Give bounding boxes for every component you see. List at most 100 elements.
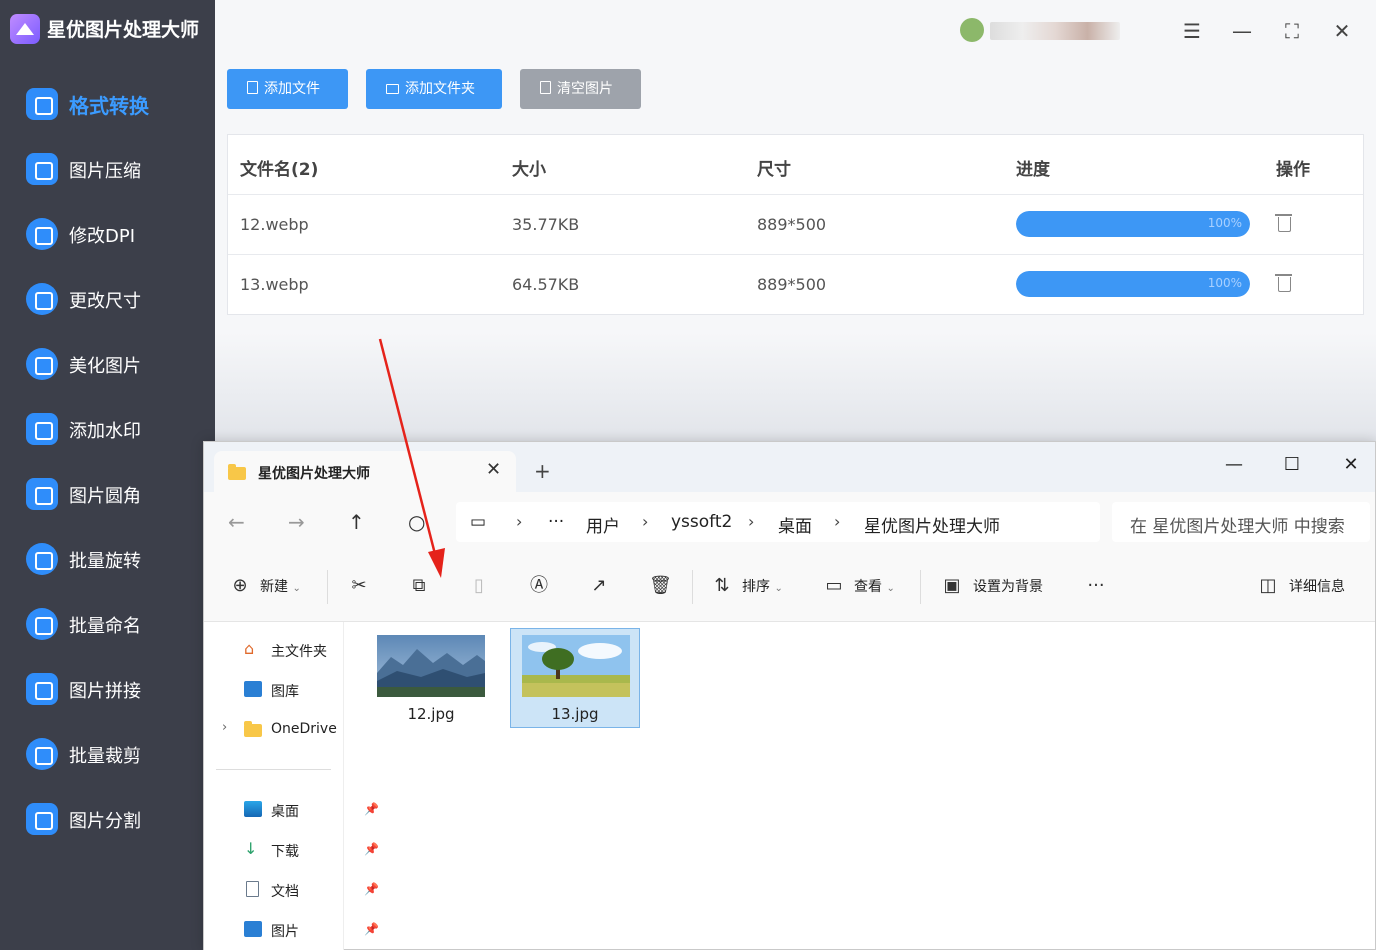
nav-item-desktop[interactable]: 桌面 📌 bbox=[244, 798, 379, 822]
file-name: 13.webp bbox=[240, 275, 309, 294]
nav-item-documents[interactable]: 文档 📌 bbox=[244, 878, 379, 902]
close-button[interactable]: ✕ bbox=[1325, 14, 1359, 48]
pin-icon[interactable]: 📌 bbox=[364, 922, 379, 936]
sidebar-item-label: 图片圆角 bbox=[69, 486, 141, 507]
view-label: 查看 bbox=[854, 579, 882, 595]
divider bbox=[692, 570, 693, 604]
cut-icon[interactable]: ✂ bbox=[349, 576, 369, 596]
search-input[interactable]: 在 星优图片处理大师 中搜索 bbox=[1112, 502, 1370, 542]
delete-icon[interactable]: 🗑 bbox=[649, 576, 672, 596]
sidebar-item-round-corner[interactable]: 图片圆角 bbox=[0, 466, 215, 522]
nav-item-downloads[interactable]: ↓ 下载 📌 bbox=[244, 838, 379, 862]
explorer-minimize-button[interactable]: — bbox=[1214, 450, 1254, 480]
chevron-right-icon: › bbox=[516, 512, 523, 531]
up-arrow-icon[interactable]: ↑ bbox=[348, 510, 365, 534]
sidebar-item-crop[interactable]: 批量裁剪 bbox=[0, 726, 215, 782]
crop-icon bbox=[26, 738, 58, 770]
add-folder-button[interactable]: 添加文件夹 bbox=[366, 69, 502, 109]
sidebar-item-resize[interactable]: 更改尺寸 bbox=[0, 271, 215, 327]
pin-icon[interactable]: 📌 bbox=[364, 842, 379, 856]
nav-item-pictures[interactable]: 图片 📌 bbox=[244, 918, 379, 942]
folder-icon bbox=[244, 721, 262, 737]
pin-icon[interactable]: 📌 bbox=[364, 802, 379, 816]
chevron-right-icon[interactable]: › bbox=[222, 720, 227, 735]
sidebar-item-label: 图片压缩 bbox=[69, 161, 141, 182]
gallery-icon bbox=[244, 681, 262, 697]
copy-icon[interactable]: ⧉ bbox=[409, 576, 429, 596]
nav-item-home[interactable]: ⌂ 主文件夹 bbox=[244, 638, 344, 662]
explorer-nav-bar: ← → ↑ ○ ▭ › ··· 用户 › yssoft2 › 桌面 › 星优图片… bbox=[204, 492, 1375, 552]
breadcrumb-item[interactable]: 星优图片处理大师 bbox=[864, 512, 1000, 537]
sidebar-item-stitch[interactable]: 图片拼接 bbox=[0, 661, 215, 717]
sort-icon[interactable]: ⇅ bbox=[712, 576, 732, 596]
file-size: 64.57KB bbox=[512, 275, 580, 294]
breadcrumb-item[interactable]: 桌面 bbox=[778, 512, 812, 537]
user-account[interactable] bbox=[960, 16, 1150, 46]
forward-arrow-icon[interactable]: → bbox=[288, 510, 305, 534]
sidebar-item-dpi[interactable]: 修改DPI bbox=[0, 206, 215, 262]
explorer-close-button[interactable]: ✕ bbox=[1331, 450, 1371, 480]
details-pane-icon[interactable]: ◫ bbox=[1258, 576, 1278, 596]
details-button[interactable]: 详细信息 bbox=[1289, 576, 1345, 596]
folder-outline-icon bbox=[386, 84, 399, 94]
computer-icon[interactable]: ▭ bbox=[470, 512, 486, 532]
sort-button[interactable]: 排序 ⌄ bbox=[742, 576, 783, 596]
back-arrow-icon[interactable]: ← bbox=[228, 510, 245, 534]
plus-circle-icon[interactable]: ⊕ bbox=[230, 576, 250, 596]
address-bar[interactable]: ▭ › ··· 用户 › yssoft2 › 桌面 › 星优图片处理大师 bbox=[456, 502, 1100, 542]
progress-label: 100% bbox=[1207, 276, 1242, 290]
sidebar-item-rename[interactable]: 批量命名 bbox=[0, 596, 215, 652]
sidebar-item-split[interactable]: 图片分割 bbox=[0, 791, 215, 847]
search-placeholder: 在 星优图片处理大师 中搜索 bbox=[1130, 517, 1345, 537]
delete-icon[interactable] bbox=[1275, 214, 1292, 232]
explorer-maximize-button[interactable]: ☐ bbox=[1272, 450, 1312, 480]
minimize-button[interactable]: — bbox=[1225, 14, 1259, 48]
sidebar-item-label: 批量裁剪 bbox=[69, 746, 141, 767]
file-name: 12.jpg bbox=[407, 705, 455, 723]
sidebar-item-watermark[interactable]: 添加水印 bbox=[0, 401, 215, 457]
nav-item-label: 桌面 bbox=[271, 804, 299, 820]
stitch-icon bbox=[26, 673, 58, 705]
clear-images-button[interactable]: 清空图片 bbox=[520, 69, 641, 109]
view-button[interactable]: 查看 ⌄ bbox=[854, 576, 895, 596]
fullscreen-button[interactable]: ⛶ bbox=[1275, 14, 1309, 48]
new-button[interactable]: 新建 ⌄ bbox=[260, 576, 301, 596]
file-tile-selected[interactable]: 13.jpg bbox=[510, 628, 640, 728]
chevron-right-icon: › bbox=[642, 512, 649, 531]
new-tab-button[interactable]: + bbox=[534, 459, 551, 483]
explorer-tab[interactable]: 星优图片处理大师 ✕ bbox=[214, 451, 516, 492]
share-icon[interactable]: ↗ bbox=[589, 576, 609, 596]
settings-sliders-icon[interactable]: ☰ bbox=[1175, 14, 1209, 48]
sidebar-item-format-convert[interactable]: 格式转换 bbox=[0, 76, 215, 132]
sidebar-item-label: 修改DPI bbox=[69, 226, 136, 247]
file-tile[interactable]: 12.jpg bbox=[366, 629, 496, 729]
breadcrumb-item[interactable]: yssoft2 bbox=[671, 512, 732, 532]
more-options-icon[interactable]: ··· bbox=[1086, 576, 1106, 596]
sidebar-item-beautify[interactable]: 美化图片 bbox=[0, 336, 215, 392]
delete-icon[interactable] bbox=[1275, 274, 1292, 292]
explorer-navigation-pane: ⌂ 主文件夹 图库 › OneDrive 桌面 📌 ↓ 下载 📌 文档 📌 图片… bbox=[204, 622, 379, 950]
rename-icon[interactable]: Ⓐ bbox=[529, 576, 549, 596]
pin-icon[interactable]: 📌 bbox=[364, 882, 379, 896]
file-name: 13.jpg bbox=[551, 705, 599, 723]
refresh-icon[interactable]: ○ bbox=[408, 510, 425, 534]
more-icon[interactable]: ··· bbox=[548, 512, 564, 532]
set-background-icon[interactable]: ▣ bbox=[942, 576, 962, 596]
folder-icon bbox=[228, 464, 246, 480]
breadcrumb-item[interactable]: 用户 bbox=[586, 512, 620, 537]
nav-item-onedrive[interactable]: › OneDrive bbox=[222, 718, 344, 742]
nav-item-gallery[interactable]: 图库 bbox=[244, 678, 344, 702]
file-dimensions: 889*500 bbox=[757, 215, 827, 234]
add-file-button[interactable]: 添加文件 bbox=[227, 69, 348, 109]
desktop-icon bbox=[244, 801, 262, 817]
watermark-icon bbox=[26, 413, 58, 445]
trash-icon bbox=[540, 81, 551, 94]
view-icon[interactable]: ▭ bbox=[824, 576, 844, 596]
sidebar-item-compress[interactable]: 图片压缩 bbox=[0, 141, 215, 197]
set-background-button[interactable]: 设置为背景 bbox=[973, 576, 1043, 596]
sidebar-item-rotate[interactable]: 批量旋转 bbox=[0, 531, 215, 587]
dpi-icon bbox=[26, 218, 58, 250]
tab-close-icon[interactable]: ✕ bbox=[486, 459, 501, 480]
paste-icon[interactable]: ▯ bbox=[469, 576, 489, 596]
progress-bar: 100% bbox=[1016, 271, 1250, 297]
